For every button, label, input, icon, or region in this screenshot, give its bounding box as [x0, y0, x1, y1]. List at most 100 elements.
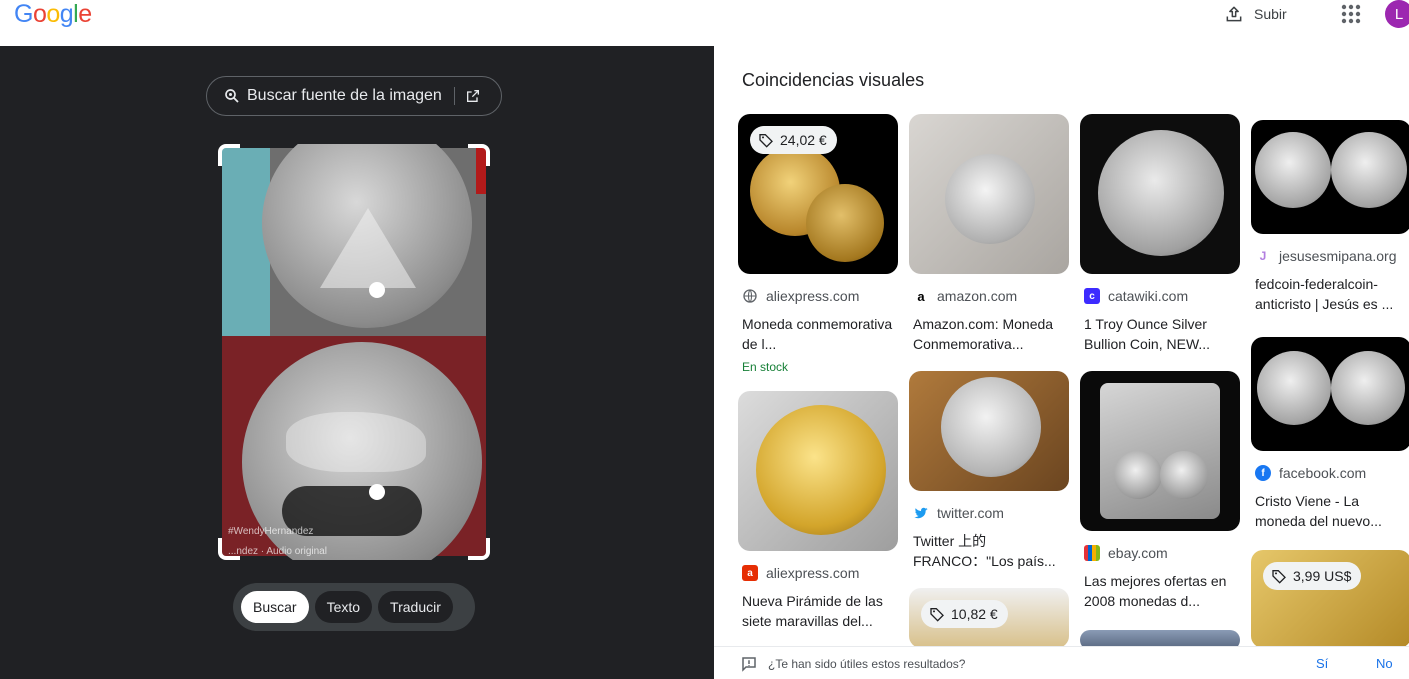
crop-corner-top-left[interactable] [218, 144, 240, 166]
coin-image [1255, 132, 1331, 208]
crop-corner-top-right[interactable] [468, 144, 490, 166]
jesusesmipana-icon: J [1255, 248, 1271, 264]
price-badge: 10,82 € [921, 600, 1008, 628]
result-source[interactable]: f facebook.com [1255, 465, 1409, 481]
result-title[interactable]: Moneda conmemorativa de l... [742, 314, 894, 354]
price-text: 24,02 € [780, 132, 827, 148]
mode-switcher: Buscar Texto Traducir [233, 583, 475, 631]
result-source[interactable]: a aliexpress.com [742, 565, 898, 581]
result-source[interactable]: c catawiki.com [1084, 288, 1240, 304]
divider [453, 87, 455, 105]
result-thumbnail[interactable] [1251, 120, 1409, 234]
result-thumbnail[interactable] [909, 371, 1069, 491]
logo-letter: e [78, 0, 92, 28]
price-badge: 3,99 US$ [1263, 562, 1362, 590]
avatar[interactable]: L [1385, 0, 1409, 28]
search-image-source-button[interactable]: Buscar fuente de la imagen [206, 76, 502, 116]
coin-image [806, 184, 884, 262]
result-title[interactable]: Las mejores ofertas en 2008 monedas d... [1084, 571, 1236, 611]
result-thumbnail[interactable]: 3,99 US$ [1251, 550, 1409, 648]
result-title[interactable]: 1 Troy Ounce Silver Bullion Coin, NEW... [1084, 314, 1236, 354]
catawiki-icon: c [1084, 288, 1100, 304]
price-tag-icon [930, 608, 944, 622]
result-card[interactable]: f facebook.com Cristo Viene - La moneda … [1251, 331, 1409, 531]
result-card[interactable]: ebay.com Las mejores ofertas en 2008 mon… [1080, 371, 1240, 611]
result-title[interactable]: Cristo Viene - La moneda del nuevo... [1255, 491, 1407, 531]
coin-image [1114, 451, 1162, 499]
coin-image [1257, 351, 1331, 425]
result-source[interactable]: ebay.com [1084, 545, 1240, 561]
result-thumbnail[interactable] [1080, 114, 1240, 274]
logo-letter: G [14, 0, 33, 28]
price-text: 3,99 US$ [1293, 568, 1352, 584]
result-card[interactable]: 3,99 US$ [1251, 550, 1409, 648]
result-thumbnail[interactable]: 10,82 € [909, 588, 1069, 648]
result-card[interactable]: 10,82 € [909, 588, 1069, 648]
result-card[interactable]: J jesusesmipana.org fedcoin-federalcoin-… [1251, 114, 1409, 314]
upload-icon [1226, 6, 1242, 22]
twitter-icon [914, 507, 928, 519]
logo-letter: o [32, 0, 47, 28]
feedback-question: ¿Te han sido útiles estos resultados? [768, 657, 966, 671]
apps-grid-icon[interactable] [1340, 3, 1362, 25]
top-bar: Google Subir L [0, 0, 1409, 46]
world-map-shape [286, 412, 426, 472]
crop-corner-bottom-right[interactable] [468, 538, 490, 560]
source-domain: twitter.com [937, 505, 1004, 521]
result-thumbnail[interactable] [909, 114, 1069, 274]
coin-image [945, 154, 1035, 244]
logo-letter: o [46, 0, 60, 28]
result-title[interactable]: Amazon.com: Moneda Conmemorativa... [913, 314, 1065, 354]
google-logo[interactable]: Google [14, 0, 92, 29]
result-thumbnail[interactable] [738, 391, 898, 551]
image-preview[interactable]: #WendyHernandez ...ndez · Audio original [218, 144, 490, 560]
mode-translate-button[interactable]: Traducir [378, 591, 453, 623]
source-domain: ebay.com [1108, 545, 1168, 561]
coin-image [1098, 130, 1224, 256]
result-source[interactable]: a amazon.com [913, 288, 1069, 304]
result-thumbnail[interactable] [1080, 371, 1240, 531]
results-panel: Coincidencias visuales 24,02 € aliexpres… [714, 46, 1409, 679]
section-title: Coincidencias visuales [742, 70, 925, 90]
aliexpress-icon: a [742, 565, 758, 581]
coin-image [1160, 451, 1208, 499]
result-source[interactable]: twitter.com [913, 505, 1069, 521]
result-card[interactable]: a amazon.com Amazon.com: Moneda Conmemor… [909, 114, 1069, 354]
result-title[interactable]: Twitter 上的 FRANCO："Los país... [913, 531, 1065, 571]
result-card[interactable]: 24,02 € aliexpress.com Moneda conmemorat… [738, 114, 898, 374]
facebook-icon: f [1255, 465, 1271, 481]
watermark-handle: #WendyHernandez [228, 526, 314, 537]
price-tag-icon [759, 134, 773, 148]
feedback-icon [742, 657, 756, 672]
object-selector-dot[interactable] [369, 484, 385, 500]
upload-button[interactable]: Subir [1224, 2, 1287, 26]
open-in-new-icon [466, 90, 479, 102]
mode-text-button[interactable]: Texto [314, 591, 373, 623]
coin-image [941, 377, 1041, 477]
result-title[interactable]: fedcoin-federalcoin-anticristo | Jesús e… [1255, 274, 1407, 314]
result-title[interactable]: Nueva Pirámide de las siete maravillas d… [742, 591, 894, 631]
result-source[interactable]: aliexpress.com [742, 288, 898, 304]
amazon-icon: a [913, 288, 929, 304]
price-badge: 24,02 € [750, 126, 837, 154]
source-domain: amazon.com [937, 288, 1018, 304]
source-domain: jesusesmipana.org [1279, 248, 1397, 264]
feedback-no-button[interactable]: No [1376, 656, 1393, 671]
slab-holder [1100, 383, 1220, 519]
watermark-audio: ...ndez · Audio original [228, 546, 327, 557]
source-domain: catawiki.com [1108, 288, 1189, 304]
object-selector-dot[interactable] [369, 282, 385, 298]
result-thumbnail[interactable] [1251, 337, 1409, 451]
ebay-icon [1084, 545, 1100, 561]
feedback-yes-button[interactable]: Sí [1316, 656, 1328, 671]
result-thumbnail[interactable]: 24,02 € [738, 114, 898, 274]
lens-search-icon [225, 89, 239, 103]
result-card[interactable]: a aliexpress.com Nueva Pirámide de las s… [738, 391, 898, 631]
coin-image [1331, 351, 1405, 425]
result-card[interactable]: twitter.com Twitter 上的 FRANCO："Los país.… [909, 371, 1069, 571]
search-source-label: Buscar fuente de la imagen [247, 87, 442, 104]
result-card[interactable]: c catawiki.com 1 Troy Ounce Silver Bulli… [1080, 114, 1240, 354]
mode-search-button[interactable]: Buscar [241, 591, 309, 623]
result-source[interactable]: J jesusesmipana.org [1255, 248, 1409, 264]
globe-icon [743, 289, 757, 303]
